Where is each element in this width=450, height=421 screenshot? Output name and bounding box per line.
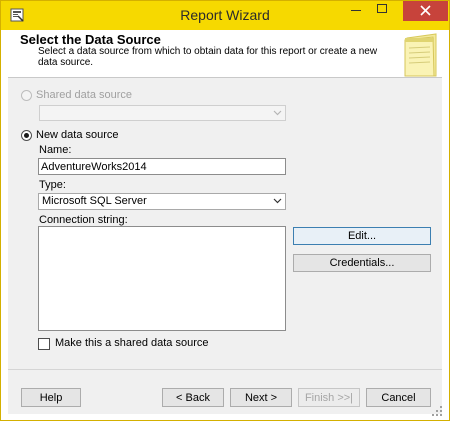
edit-button[interactable]: Edit...	[293, 227, 431, 245]
close-button[interactable]	[403, 1, 448, 21]
shared-data-source-checkbox-label: Make this a shared data source	[55, 337, 209, 349]
cancel-button[interactable]: Cancel	[366, 388, 431, 407]
help-button[interactable]: Help	[21, 388, 81, 407]
wizard-footer: Help < Back Next > Finish >>| Cancel	[8, 369, 442, 414]
connection-string-label: Connection string:	[39, 214, 128, 226]
report-wizard-window: Report Wizard Select the Data Source Sel…	[0, 0, 450, 421]
new-data-source-label: New data source	[36, 129, 119, 141]
shared-data-source-checkbox[interactable]	[38, 338, 50, 350]
wizard-body: Shared data source New data source Name:…	[8, 78, 442, 369]
minimize-button[interactable]	[343, 1, 369, 21]
credentials-button[interactable]: Credentials...	[293, 254, 431, 272]
chevron-down-icon	[273, 198, 282, 204]
finish-button[interactable]: Finish >>|	[298, 388, 360, 407]
type-select[interactable]: Microsoft SQL Server	[38, 193, 286, 210]
minimize-icon	[351, 10, 361, 11]
type-label: Type:	[39, 179, 66, 191]
chevron-down-icon	[273, 110, 282, 116]
resize-grip-icon[interactable]	[431, 405, 443, 417]
wizard-header: Select the Data Source Select a data sou…	[8, 30, 442, 78]
page-title: Select the Data Source	[20, 32, 161, 47]
new-data-source-radio[interactable]	[21, 130, 32, 141]
title-bar[interactable]: Report Wizard	[1, 1, 449, 30]
name-label: Name:	[39, 144, 72, 156]
name-field[interactable]	[38, 158, 286, 175]
back-button[interactable]: < Back	[162, 388, 224, 407]
page-description: Select a data source from which to obtai…	[38, 46, 378, 68]
radio-selected-dot	[24, 133, 29, 138]
maximize-button[interactable]	[369, 1, 395, 21]
next-button[interactable]: Next >	[230, 388, 292, 407]
shared-data-source-label: Shared data source	[36, 89, 133, 101]
connection-string-field[interactable]	[38, 226, 286, 331]
shared-data-source-radio[interactable]	[21, 90, 32, 101]
close-icon	[420, 5, 431, 16]
shared-data-source-select[interactable]	[39, 105, 286, 121]
notepad-icon	[404, 33, 437, 77]
type-value: Microsoft SQL Server	[42, 195, 147, 207]
maximize-icon	[377, 4, 387, 13]
